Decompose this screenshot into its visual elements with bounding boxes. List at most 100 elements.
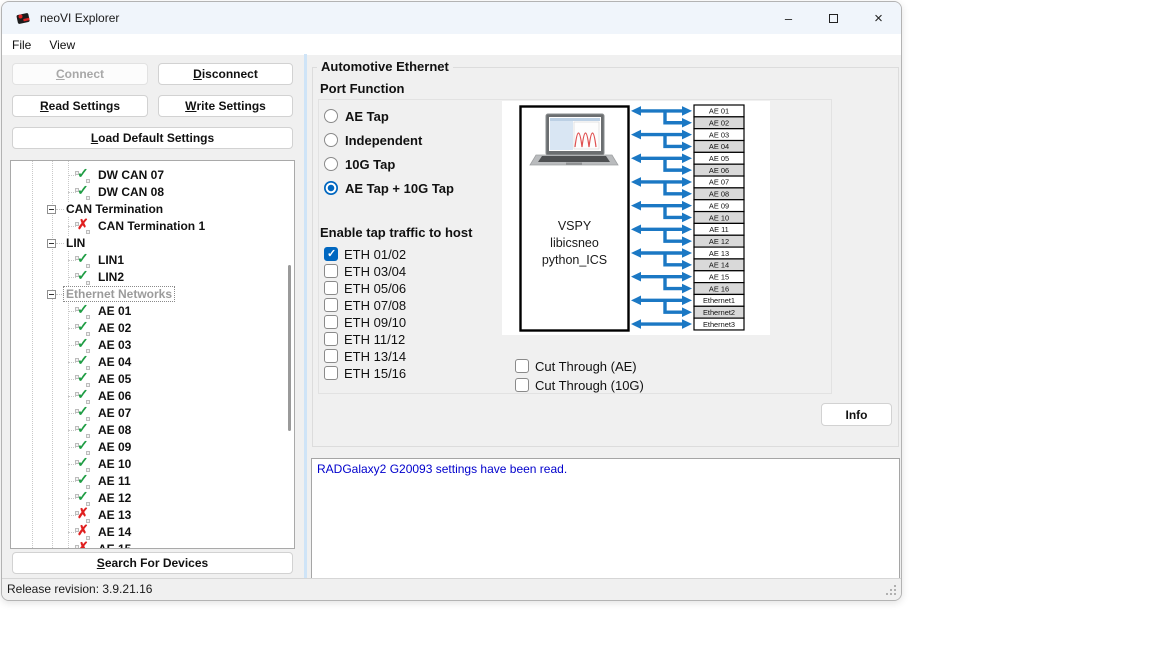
radio-independent[interactable]: Independent [324, 132, 494, 150]
enabled-check-icon: ✓ [75, 270, 91, 285]
tree-item-can-termination-1[interactable]: ✗CAN Termination 1 [11, 218, 294, 235]
svg-text:AE 02: AE 02 [709, 119, 729, 128]
info-button[interactable]: Info [821, 403, 892, 426]
status-text: Release revision: 3.9.21.16 [7, 582, 152, 596]
tree-item-ae-02[interactable]: ✓AE 02 [11, 320, 294, 337]
tree-item-ethernet-networks[interactable]: Ethernet Networks [11, 286, 294, 303]
tree-item-lin2[interactable]: ✓LIN2 [11, 269, 294, 286]
radio-label: Independent [345, 133, 422, 148]
tree-connector [56, 294, 64, 295]
menu-file[interactable]: File [4, 36, 39, 54]
checkbox-eth-11-12[interactable]: ETH 11/12 [324, 331, 444, 349]
checkbox-cut-through-ae-[interactable]: Cut Through (AE) [515, 358, 675, 376]
neovi-explorer-window: neoVI Explorer – × File View Connect Dis… [1, 1, 902, 601]
radio-ae-tap-10g-tap[interactable]: AE Tap + 10G Tap [324, 180, 494, 198]
radio-label: AE Tap [345, 109, 389, 124]
checkbox-eth-07-08[interactable]: ETH 07/08 [324, 297, 444, 315]
disconnect-button[interactable]: Disconnect [158, 63, 293, 85]
enabled-check-icon: ✓ [75, 423, 91, 438]
tree-item-label: LIN [64, 236, 87, 250]
svg-text:AE 09: AE 09 [709, 201, 729, 210]
svg-text:AE 01: AE 01 [709, 107, 729, 116]
tree-item-dw-can-07[interactable]: ✓DW CAN 07 [11, 167, 294, 184]
port-mapping-diagram: VSPYlibicsneopython_ICSAE 01AE 02AE 03AE… [502, 101, 770, 335]
tree-item-ae-14[interactable]: ✗AE 14 [11, 524, 294, 541]
svg-text:AE 07: AE 07 [709, 178, 729, 187]
tree-item-lin[interactable]: LIN [11, 235, 294, 252]
tree-item-can-termination[interactable]: CAN Termination [11, 201, 294, 218]
tree-item-ae-03[interactable]: ✓AE 03 [11, 337, 294, 354]
tree-item-label: AE 13 [96, 508, 133, 522]
svg-text:AE 11: AE 11 [709, 225, 729, 234]
checkbox-eth-15-16[interactable]: ETH 15/16 [324, 365, 444, 383]
tree-item-ae-04[interactable]: ✓AE 04 [11, 354, 294, 371]
svg-text:AE 05: AE 05 [709, 154, 729, 163]
status-bar: Release revision: 3.9.21.16 [2, 578, 901, 600]
checkbox-cut-through-10g-[interactable]: Cut Through (10G) [515, 377, 675, 395]
checkbox-icon [515, 359, 529, 373]
tree-item-ae-12[interactable]: ✓AE 12 [11, 490, 294, 507]
tree-item-ae-01[interactable]: ✓AE 01 [11, 303, 294, 320]
svg-text:AE 13: AE 13 [709, 249, 729, 258]
checkbox-eth-05-06[interactable]: ETH 05/06 [324, 280, 444, 298]
svg-text:AE 08: AE 08 [709, 190, 729, 199]
tree-collapse-icon[interactable] [47, 239, 56, 248]
svg-text:AE 12: AE 12 [709, 237, 729, 246]
checkbox-icon [324, 366, 338, 380]
enabled-check-icon: ✓ [75, 491, 91, 506]
tree-item-label: AE 09 [96, 440, 133, 454]
write-settings-button[interactable]: Write Settings [158, 95, 293, 117]
tree-item-ae-11[interactable]: ✓ AE 11 [11, 473, 294, 490]
checkbox-eth-01-02[interactable]: ETH 01/02 [324, 246, 444, 264]
tree-item-ae-05[interactable]: ✓AE 05 [11, 371, 294, 388]
tree-item-label: AE 01 [96, 304, 133, 318]
checkbox-label: ETH 09/10 [344, 315, 406, 330]
maximize-button[interactable] [811, 2, 856, 34]
tree-item-lin1[interactable]: ✓LIN1 [11, 252, 294, 269]
checkbox-label: Cut Through (10G) [535, 378, 644, 393]
resize-grip[interactable] [894, 593, 896, 595]
tree-item-ae-06[interactable]: ✓AE 06 [11, 388, 294, 405]
checkbox-eth-03-04[interactable]: ETH 03/04 [324, 263, 444, 281]
radio-ae-tap[interactable]: AE Tap [324, 108, 494, 126]
search-for-devices-button[interactable]: Search For Devices [12, 552, 293, 574]
read-settings-button[interactable]: Read Settings [12, 95, 148, 117]
tree-item-ae-13[interactable]: ✗AE 13 [11, 507, 294, 524]
window-controls: – × [766, 2, 901, 34]
svg-text:AE 04: AE 04 [709, 142, 729, 151]
tree-item-label: AE 11 [96, 474, 133, 488]
tree-scrollbar-thumb[interactable] [288, 265, 291, 431]
checkbox-icon [324, 298, 338, 312]
radio-icon [324, 133, 338, 147]
tree-collapse-icon[interactable] [47, 290, 56, 299]
tree-item-label: AE 14 [96, 525, 133, 539]
panel-splitter [304, 54, 307, 581]
tree-item-label: AE 03 [96, 338, 133, 352]
enabled-check-icon: ✓ [75, 168, 91, 183]
tree-item-ae-15[interactable]: ✗AE 15 [11, 541, 294, 549]
tree-collapse-icon[interactable] [47, 205, 56, 214]
tree-item-dw-can-08[interactable]: ✓DW CAN 08 [11, 184, 294, 201]
app-icon [15, 10, 32, 27]
disabled-cross-icon: ✗ [75, 219, 91, 234]
svg-text:AE 16: AE 16 [709, 284, 729, 293]
checkbox-icon [324, 281, 338, 295]
connect-button[interactable]: Connect [12, 63, 148, 85]
tree-item-ae-07[interactable]: ✓AE 07 [11, 405, 294, 422]
checkbox-eth-09-10[interactable]: ETH 09/10 [324, 314, 444, 332]
enabled-check-icon: ✓ [75, 474, 91, 489]
tree-item-ae-09[interactable]: ✓AE 09 [11, 439, 294, 456]
desktop: neoVI Explorer – × File View Connect Dis… [0, 0, 1152, 648]
tree-item-ae-08[interactable]: ✓AE 08 [11, 422, 294, 439]
tree-item-label: AE 06 [96, 389, 133, 403]
minimize-button[interactable]: – [766, 2, 811, 34]
menu-view[interactable]: View [41, 36, 83, 54]
checkbox-label: Cut Through (AE) [535, 359, 637, 374]
load-default-settings-button[interactable]: Load Default Settings [12, 127, 293, 149]
svg-text:python_ICS: python_ICS [542, 253, 607, 267]
close-button[interactable]: × [856, 2, 901, 34]
radio-10g-tap[interactable]: 10G Tap [324, 156, 494, 174]
checkbox-eth-13-14[interactable]: ETH 13/14 [324, 348, 444, 366]
window-title: neoVI Explorer [40, 11, 119, 25]
tree-item-ae-10[interactable]: ✓AE 10 [11, 456, 294, 473]
